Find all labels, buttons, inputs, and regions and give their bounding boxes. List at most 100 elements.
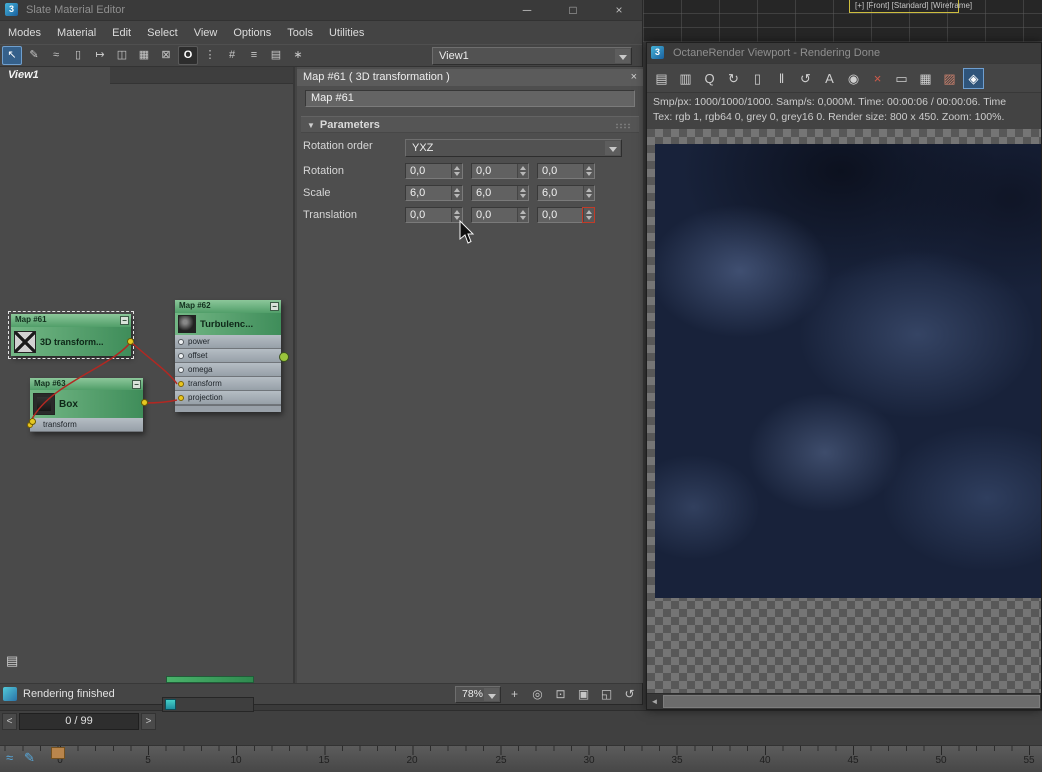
collapse-icon[interactable]: − (132, 380, 141, 389)
maximize-button[interactable]: □ (550, 0, 596, 20)
copy-render-icon[interactable]: ▥ (675, 68, 696, 89)
scale-y-spinner[interactable]: 6,0 (471, 185, 529, 201)
menu-tools[interactable]: Tools (279, 21, 321, 45)
scale-z-spinner[interactable]: 6,0 (537, 185, 595, 201)
select-arrow-icon[interactable]: ↖ (2, 46, 22, 65)
scale-x-spinner[interactable]: 6,0 (405, 185, 463, 201)
rotation-order-select[interactable]: YXZ (405, 139, 622, 157)
mini-curve-editor-icon[interactable]: ≈ (6, 750, 13, 765)
minimized-node-fragment[interactable] (162, 697, 254, 712)
spinner-arrows-icon[interactable] (517, 208, 528, 222)
focus-picker-icon[interactable]: A (819, 68, 840, 89)
search-icon[interactable]: Q (699, 68, 720, 89)
track-bar[interactable]: 0 5 10 15 20 25 30 35 40 45 50 55 ≈ ✎ (0, 745, 1042, 772)
close-button[interactable]: × (596, 0, 642, 20)
rotation-y-spinner[interactable]: 0,0 (471, 163, 529, 179)
zoom-extents-icon[interactable]: ▣ (575, 686, 592, 703)
lock-resolution-icon[interactable]: ▯ (747, 68, 768, 89)
node-map62-header[interactable]: Map #62 − (175, 300, 281, 313)
render-map-icon[interactable]: ∗ (288, 46, 308, 65)
slot-omega[interactable]: omega (175, 363, 281, 377)
freehand-select-icon[interactable]: ≈ (46, 46, 66, 65)
menu-modes[interactable]: Modes (0, 21, 49, 45)
input-socket-connected-icon[interactable] (178, 395, 184, 401)
translation-y-spinner[interactable]: 0,0 (471, 207, 529, 223)
show-background-icon[interactable]: ⊠ (156, 46, 176, 65)
slot-offset[interactable]: offset (175, 349, 281, 363)
select-options-icon[interactable]: ≡ (244, 46, 264, 65)
spinner-arrows-icon[interactable] (583, 164, 594, 178)
rotation-x-spinner[interactable]: 0,0 (405, 163, 463, 179)
slot-projection[interactable]: projection (175, 391, 281, 405)
render-passes-icon[interactable]: ▨ (939, 68, 960, 89)
chevron-down-icon[interactable] (605, 141, 620, 155)
input-socket-icon[interactable] (178, 339, 184, 345)
collapse-icon[interactable]: − (270, 302, 279, 311)
output-socket-map63-icon[interactable] (141, 399, 148, 406)
spinner-arrows-icon[interactable] (517, 164, 528, 178)
front-viewport-label[interactable]: [+] [Front] [Standard] [Wireframe] (855, 1, 972, 10)
menu-edit[interactable]: Edit (104, 21, 139, 45)
parameters-rollout[interactable]: ▼ Parameters (301, 116, 639, 133)
move-children-icon[interactable]: ↦ (90, 46, 110, 65)
slate-titlebar[interactable]: 3 Slate Material Editor ─ □ × (0, 0, 642, 20)
translation-z-spinner[interactable]: 0,0 (537, 207, 595, 223)
previous-frame-button[interactable]: < (2, 713, 17, 730)
close-icon[interactable]: × (631, 69, 637, 86)
scroll-left-icon[interactable]: ◄ (647, 694, 662, 709)
background-front-viewport[interactable]: [+] [Front] [Standard] [Wireframe] (643, 0, 1042, 42)
octane-tool-icon[interactable]: O (178, 46, 198, 65)
spinner-arrows-icon[interactable] (451, 164, 462, 178)
rendered-image[interactable] (655, 144, 1041, 598)
input-socket-connected-icon[interactable] (178, 381, 184, 387)
zoom-extents-selected-icon[interactable]: ◱ (598, 686, 615, 703)
restart-rendering-icon[interactable]: ↺ (795, 68, 816, 89)
save-render-icon[interactable]: ▤ (651, 68, 672, 89)
node-graph-view[interactable]: View1 Map #61 − 3D transform... Map #62 … (0, 67, 295, 683)
zoom-level-select[interactable]: 78% (455, 686, 501, 703)
spinner-arrows-icon[interactable] (517, 186, 528, 200)
material-preview-icon[interactable]: ▤ (266, 46, 286, 65)
spinner-arrows-icon[interactable] (583, 186, 594, 200)
node-map62[interactable]: Map #62 − Turbulenc... power offset omeg… (175, 300, 281, 412)
output-socket-map61-icon[interactable] (127, 338, 134, 345)
input-socket-icon[interactable] (178, 353, 184, 359)
node-map63[interactable]: Map #63 − Box transform (27, 378, 143, 432)
material-picker-icon[interactable]: ◈ (963, 67, 984, 89)
map-name-field[interactable]: Map #61 (305, 90, 635, 107)
node-map61-body[interactable]: 3D transform... (11, 327, 131, 356)
rotation-z-spinner[interactable]: 0,0 (537, 163, 595, 179)
delete-selected-icon[interactable]: ▯ (68, 46, 88, 65)
node-map63-header[interactable]: Map #63 − (30, 378, 143, 390)
collapse-icon[interactable]: − (120, 316, 129, 325)
zoom-region-icon[interactable]: ⊡ (552, 686, 569, 703)
menu-material[interactable]: Material (49, 21, 104, 45)
node-map63-body[interactable]: Box (30, 390, 143, 418)
node-map62-body[interactable]: Turbulenc... (175, 313, 281, 335)
next-frame-button[interactable]: > (141, 713, 156, 730)
layout-all-icon[interactable]: ⋮ (200, 46, 220, 65)
pause-rendering-icon[interactable]: ‖ (771, 68, 792, 89)
slot-transform[interactable]: transform (175, 377, 281, 391)
slot-transform[interactable]: transform (27, 418, 143, 432)
current-frame-field[interactable]: 0 / 99 (19, 713, 139, 730)
horizontal-scrollbar[interactable]: ◄ (647, 693, 1041, 709)
menu-select[interactable]: Select (139, 21, 186, 45)
navigator-toggle-icon[interactable]: ▤ (6, 653, 18, 669)
translation-x-spinner[interactable]: 0,0 (405, 207, 463, 223)
hide-unused-slots-icon[interactable]: ◫ (112, 46, 132, 65)
parameter-panel-header[interactable]: Map #61 ( 3D transformation ) × (297, 69, 643, 86)
layout-children-icon[interactable]: # (222, 46, 242, 65)
pan-to-selected-icon[interactable]: ↺ (621, 686, 638, 703)
film-region-icon[interactable]: ▦ (915, 68, 936, 89)
slot-power[interactable]: power (175, 335, 281, 349)
spinner-arrows-icon[interactable] (451, 186, 462, 200)
time-slider-handle[interactable] (51, 747, 65, 759)
refresh-icon[interactable]: ↻ (723, 68, 744, 89)
spinner-arrows-icon[interactable] (583, 208, 594, 222)
node-map61-header[interactable]: Map #61 − (11, 314, 131, 327)
view-selector[interactable]: View1 (432, 47, 632, 65)
minimize-button[interactable]: ─ (504, 0, 550, 20)
menu-options[interactable]: Options (225, 21, 279, 45)
render-viewport[interactable] (647, 129, 1041, 693)
